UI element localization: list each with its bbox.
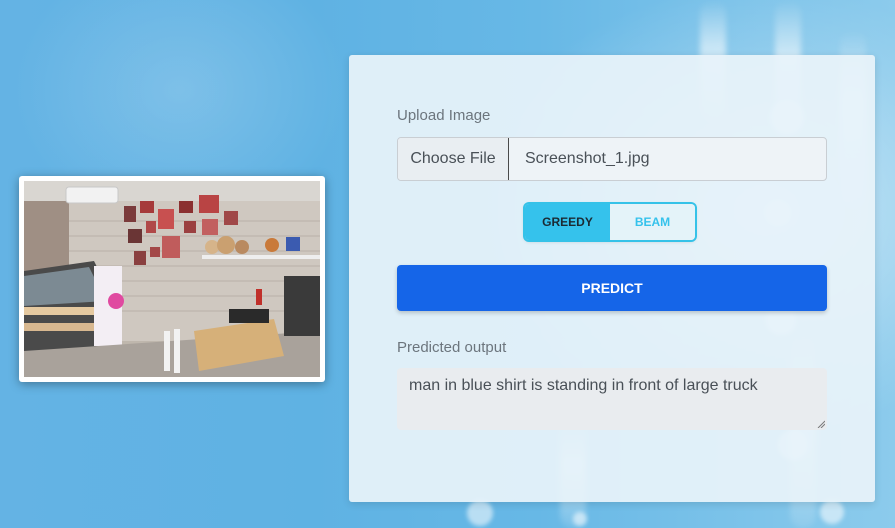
beam-option[interactable]: BEAM — [610, 204, 695, 240]
uploaded-image-preview — [19, 176, 325, 382]
upload-image-label: Upload Image — [397, 107, 491, 124]
greedy-option[interactable]: GREEDY — [525, 204, 610, 240]
predicted-output-text: man in blue shirt is standing in front o… — [409, 377, 758, 394]
cafe-photo — [24, 181, 320, 377]
caption-form-card: Upload Image Choose File Screenshot_1.jp… — [349, 55, 875, 502]
file-input[interactable]: Choose File Screenshot_1.jpg — [397, 137, 827, 181]
predict-button[interactable]: PREDICT — [397, 265, 827, 311]
selected-file-name: Screenshot_1.jpg — [525, 150, 650, 167]
choose-file-button[interactable]: Choose File — [398, 138, 509, 180]
predicted-output-textarea[interactable]: man in blue shirt is standing in front o… — [397, 368, 827, 430]
decoding-toggle[interactable]: GREEDY BEAM — [525, 204, 695, 240]
resize-grip-icon[interactable] — [817, 420, 825, 428]
predicted-output-label: Predicted output — [397, 339, 507, 356]
